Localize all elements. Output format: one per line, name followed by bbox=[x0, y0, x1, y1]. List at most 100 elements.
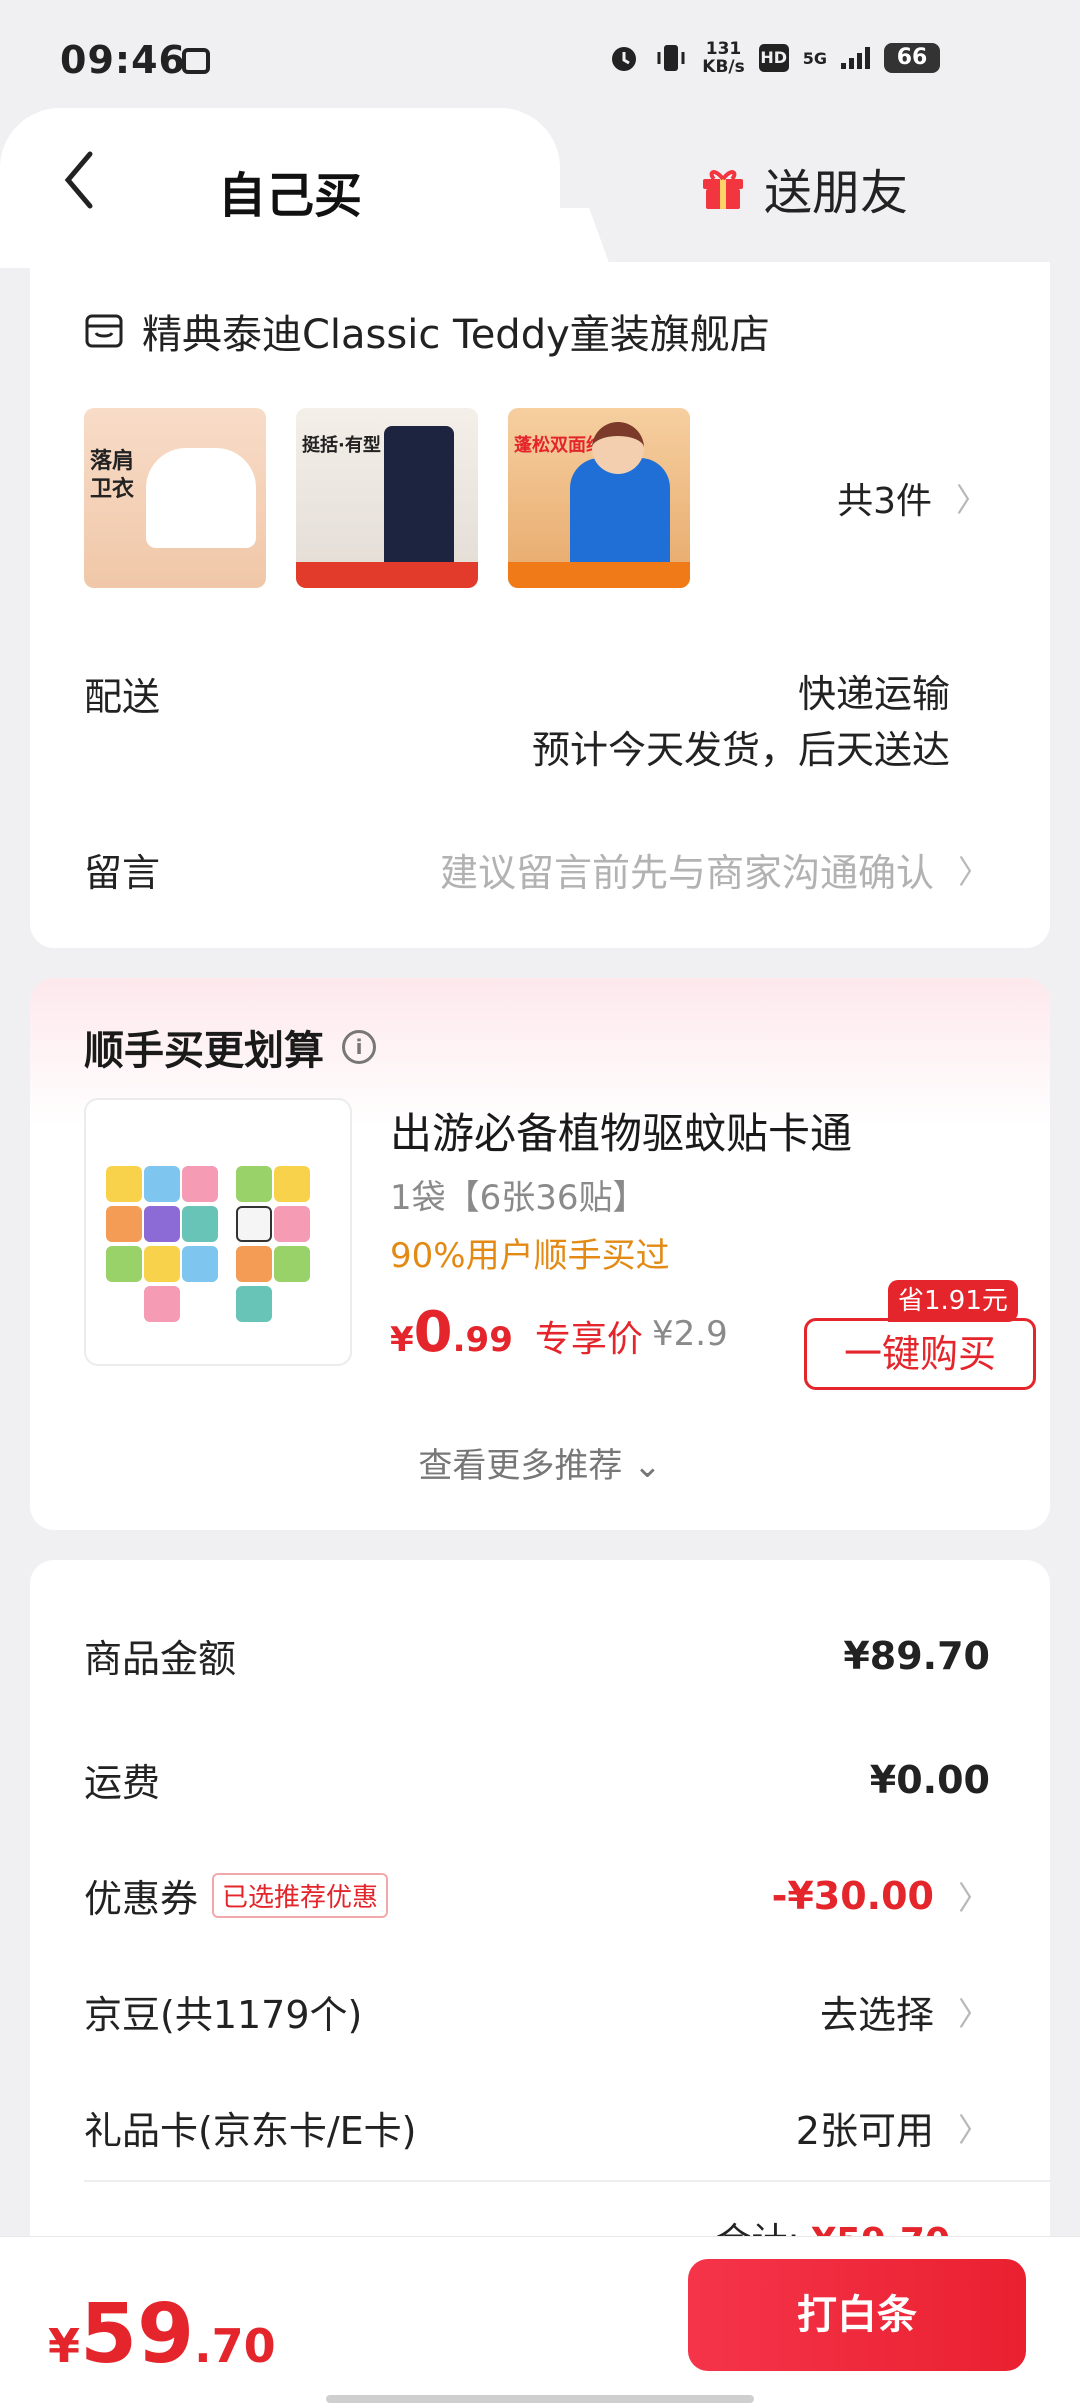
sticker-image bbox=[274, 1166, 310, 1202]
total-currency: ¥ bbox=[48, 2319, 81, 2373]
sticker-image bbox=[274, 1246, 310, 1282]
sticker-image bbox=[144, 1166, 180, 1202]
sticker-image bbox=[144, 1206, 180, 1242]
coupon-label: 优惠券 bbox=[84, 1877, 199, 1921]
pants-image bbox=[384, 426, 454, 576]
recommendation-title: 顺手买更划算 i bbox=[84, 1018, 376, 1076]
delivery-label: 配送 bbox=[84, 675, 161, 719]
gift-card-value-group: 2张可用 〉 bbox=[796, 2100, 990, 2155]
jd-beans-value-group: 去选择 〉 bbox=[820, 1984, 990, 2039]
purchase-stat: 90%用户顺手买过 bbox=[390, 1236, 670, 1276]
freight-label: 运费 bbox=[84, 1761, 161, 1805]
sticker-image bbox=[106, 1166, 142, 1202]
delivery-info[interactable]: 快递运输 预计今天发货，后天送达 bbox=[532, 666, 950, 778]
recommended-product-name[interactable]: 出游必备植物驱蚊贴卡通 bbox=[390, 1100, 852, 1161]
speed-unit: KB/s bbox=[702, 57, 745, 77]
checkout-bottom-bar: ¥ 59 .70 打白条 bbox=[0, 2236, 1080, 2408]
thumb-tag: 落肩 卫衣 bbox=[90, 449, 135, 502]
checkout-content: 精典泰迪Classic Teddy童装旗舰店 落肩 卫衣 挺括·有型 蓬松双面绒… bbox=[0, 262, 1080, 2262]
price-label: 专享价 bbox=[534, 1319, 643, 1360]
child-model-image bbox=[592, 422, 644, 474]
chevron-right-icon: 〉 bbox=[957, 1994, 990, 2033]
status-time: 09:46 bbox=[60, 38, 186, 82]
chevron-right-icon: 〉 bbox=[955, 481, 988, 519]
thumb-tag: 挺括·有型 bbox=[302, 435, 381, 456]
store-icon bbox=[85, 314, 123, 348]
store-header[interactable]: 精典泰迪Classic Teddy童装旗舰店 bbox=[84, 302, 770, 360]
store-card: 精典泰迪Classic Teddy童装旗舰店 落肩 卫衣 挺括·有型 蓬松双面绒… bbox=[30, 262, 1050, 948]
goods-amount-row: 商品金额 ¥89.70 bbox=[84, 1628, 990, 1683]
chevron-right-icon: 〉 bbox=[957, 1878, 990, 1917]
promo-strip bbox=[508, 562, 690, 588]
jd-beans-row[interactable]: 京豆(共1179个) 去选择 〉 bbox=[84, 1984, 990, 2039]
sticker-image bbox=[144, 1246, 180, 1282]
info-icon[interactable]: i bbox=[342, 1030, 376, 1064]
sticker-image bbox=[236, 1246, 272, 1282]
purchase-mode-tabs: 自己买 送朋友 bbox=[0, 108, 1080, 268]
recommended-price: ¥ 0 .99 专享价 bbox=[390, 1300, 643, 1365]
message-label: 留言 bbox=[84, 851, 161, 895]
total-price: ¥ 59 .70 bbox=[48, 2287, 276, 2382]
battery-icon: 66 bbox=[884, 43, 940, 73]
sticker-image bbox=[182, 1206, 218, 1242]
savings-badge: 省1.91元 bbox=[888, 1280, 1018, 1322]
freight-value: ¥0.00 bbox=[869, 1757, 990, 1802]
recommended-product-spec: 1袋【6张36贴】 bbox=[390, 1178, 647, 1218]
freight-row: 运费 ¥0.00 bbox=[84, 1752, 990, 1807]
sticker-image bbox=[182, 1166, 218, 1202]
hd-icon: HD bbox=[758, 44, 789, 72]
product-thumb-sweatshirt[interactable]: 落肩 卫衣 bbox=[84, 408, 266, 588]
sticker-image bbox=[182, 1246, 218, 1282]
coupon-value-group: -¥30.00 〉 bbox=[772, 1873, 990, 1919]
back-arrow-icon[interactable] bbox=[60, 148, 100, 212]
thumb-tag: 蓬松双面绒 bbox=[514, 435, 604, 456]
delivery-eta: 预计今天发货，后天送达 bbox=[531, 728, 950, 772]
recommended-product-image[interactable] bbox=[84, 1098, 352, 1366]
original-price: ¥2.9 bbox=[652, 1314, 728, 1354]
promo-strip bbox=[296, 562, 478, 588]
coupon-row[interactable]: 优惠券 已选推荐优惠 -¥30.00 〉 bbox=[84, 1868, 990, 1923]
alarm-icon bbox=[612, 47, 637, 71]
5g-label: 5G bbox=[802, 48, 827, 68]
chevron-right-icon: 〉 bbox=[957, 852, 990, 891]
total-integer: 59 bbox=[80, 2287, 195, 2382]
item-count-link[interactable]: 共3件 〉 bbox=[837, 472, 988, 524]
status-icons: 131 KB/s HD 5G 66 bbox=[608, 40, 940, 76]
message-placeholder: 建议留言前先与商家沟通确认 bbox=[439, 851, 934, 895]
message-input[interactable]: 建议留言前先与商家沟通确认 〉 bbox=[440, 842, 990, 897]
tab-gift-label: 送朋友 bbox=[764, 165, 909, 221]
sticker-image bbox=[274, 1206, 310, 1242]
tab-self-buy[interactable]: 自己买 bbox=[218, 156, 362, 226]
sticker-image bbox=[144, 1286, 180, 1322]
gift-card-label: 礼品卡(京东卡/E卡) bbox=[84, 2109, 417, 2153]
item-count: 共3件 bbox=[837, 481, 932, 522]
gift-card-row[interactable]: 礼品卡(京东卡/E卡) 2张可用 〉 bbox=[84, 2100, 990, 2155]
tab-gift-friend[interactable]: 送朋友 bbox=[700, 153, 908, 223]
add-on-recommendation-card: 顺手买更划算 i 出游必备植物驱蚊贴卡通 1袋【6张36贴】 90%用户顺手买过 bbox=[30, 978, 1050, 1530]
jd-beans-value: 去选择 bbox=[819, 1993, 934, 2037]
sweatshirt-image bbox=[146, 448, 256, 548]
product-thumb-pants[interactable]: 挺括·有型 bbox=[296, 408, 478, 588]
status-bar: 09:46 131 KB/s HD 5G 66 bbox=[0, 0, 1080, 110]
sticker-image bbox=[236, 1206, 272, 1242]
home-indicator[interactable] bbox=[326, 2395, 754, 2403]
sticker-image bbox=[106, 1206, 142, 1242]
jd-beans-label: 京豆(共1179个) bbox=[84, 1993, 363, 2037]
chevron-right-icon: 〉 bbox=[957, 2110, 990, 2149]
product-thumb-jacket[interactable]: 蓬松双面绒 bbox=[508, 408, 690, 588]
coupon-selected-badge: 已选推荐优惠 bbox=[212, 1873, 389, 1918]
goods-amount-label: 商品金额 bbox=[84, 1637, 237, 1681]
sticker-image bbox=[236, 1286, 272, 1322]
store-name: 精典泰迪Classic Teddy童装旗舰店 bbox=[142, 312, 770, 358]
total-decimal: .70 bbox=[194, 2319, 276, 2373]
gift-card-value: 2张可用 bbox=[795, 2109, 934, 2153]
divider bbox=[84, 2180, 1050, 2182]
product-thumbnails[interactable]: 落肩 卫衣 挺括·有型 蓬松双面绒 bbox=[84, 408, 690, 588]
one-click-buy-button[interactable]: 一键购买 bbox=[804, 1318, 1036, 1390]
pay-with-baitiao-button[interactable]: 打白条 bbox=[688, 2259, 1026, 2371]
sticker-image bbox=[236, 1166, 272, 1202]
coupon-label-group: 优惠券 已选推荐优惠 bbox=[84, 1868, 389, 1923]
delivery-method: 快递运输 bbox=[797, 672, 950, 716]
sticker-image bbox=[106, 1246, 142, 1282]
see-more-recommendations[interactable]: 查看更多推荐 ⌄ bbox=[30, 1438, 1050, 1487]
